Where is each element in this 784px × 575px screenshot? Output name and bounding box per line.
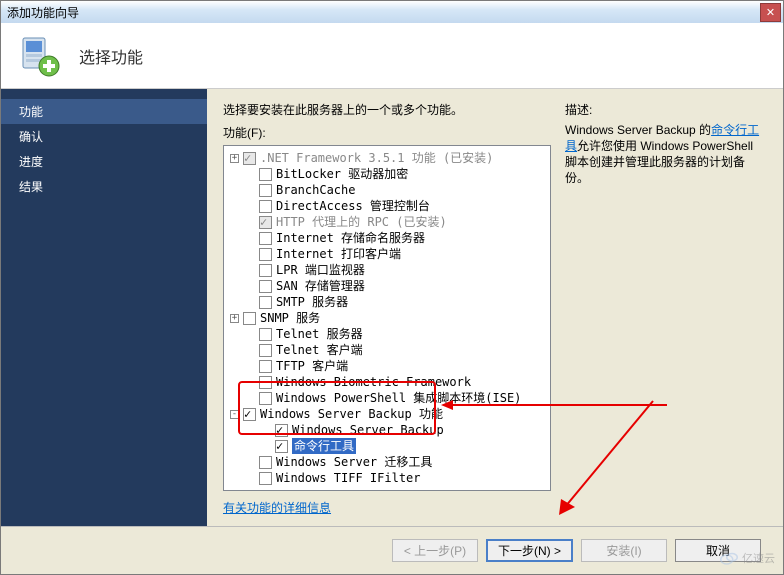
tree-item-label: BitLocker 驱动器加密 bbox=[276, 166, 408, 182]
sidebar-item-0[interactable]: 功能 bbox=[1, 99, 207, 124]
sidebar-item-1[interactable]: 确认 bbox=[1, 124, 207, 149]
sidebar-item-3[interactable]: 结果 bbox=[1, 174, 207, 199]
checkbox[interactable] bbox=[259, 344, 272, 357]
tree-item-label: Telnet 客户端 bbox=[276, 342, 363, 358]
features-tree[interactable]: + .NET Framework 3.5.1 功能 (已安装)BitLocker … bbox=[223, 145, 551, 491]
tree-item-label: Windows PowerShell 集成脚本环境(ISE) bbox=[276, 390, 521, 406]
tree-item[interactable]: Windows Biometric Framework bbox=[226, 374, 548, 390]
expand-icon[interactable]: + bbox=[230, 314, 239, 323]
tree-item[interactable]: Internet 存储命名服务器 bbox=[226, 230, 548, 246]
checkbox[interactable] bbox=[259, 376, 272, 389]
tree-label: 功能(F): bbox=[223, 124, 551, 141]
checkbox[interactable] bbox=[259, 456, 272, 469]
tree-item-label: Windows Server 迁移工具 bbox=[276, 454, 432, 470]
button-bar: < 上一步(P) 下一步(N) > 安装(I) 取消 bbox=[1, 526, 783, 574]
tree-item[interactable]: TFTP 客户端 bbox=[226, 358, 548, 374]
checkbox[interactable] bbox=[259, 264, 272, 277]
checkbox[interactable] bbox=[259, 200, 272, 213]
tree-item[interactable]: Windows Server 迁移工具 bbox=[226, 454, 548, 470]
titlebar[interactable]: 添加功能向导 ✕ bbox=[1, 1, 783, 23]
checkbox[interactable] bbox=[259, 248, 272, 261]
tree-item-label: TFTP 客户端 bbox=[276, 358, 348, 374]
description-label: 描述: bbox=[565, 101, 767, 118]
prev-button[interactable]: < 上一步(P) bbox=[392, 539, 478, 562]
tree-item[interactable]: Windows TIFF IFilter bbox=[226, 470, 548, 486]
tree-item[interactable]: Internet 打印客户端 bbox=[226, 246, 548, 262]
tree-item[interactable]: SAN 存储管理器 bbox=[226, 278, 548, 294]
main-panel: 选择要安装在此服务器上的一个或多个功能。 功能(F): + .NET Framew… bbox=[207, 89, 783, 526]
install-button[interactable]: 安装(I) bbox=[581, 539, 667, 562]
more-info-link[interactable]: 有关功能的详细信息 bbox=[223, 499, 551, 516]
checkbox[interactable] bbox=[259, 472, 272, 485]
next-button[interactable]: 下一步(N) > bbox=[486, 539, 573, 562]
checkbox bbox=[243, 152, 256, 165]
tree-item-label: Windows Biometric Framework bbox=[276, 374, 471, 390]
checkbox[interactable] bbox=[259, 360, 272, 373]
body: 功能确认进度结果 选择要安装在此服务器上的一个或多个功能。 功能(F): + .N… bbox=[1, 89, 783, 526]
tree-item-label: SMTP 服务器 bbox=[276, 294, 348, 310]
tree-item[interactable]: HTTP 代理上的 RPC (已安装) bbox=[226, 214, 548, 230]
checkbox[interactable] bbox=[259, 328, 272, 341]
tree-item[interactable]: Windows Server Backup bbox=[226, 422, 548, 438]
expand-icon[interactable]: + bbox=[230, 154, 239, 163]
tree-item-label: Internet 存储命名服务器 bbox=[276, 230, 425, 246]
tree-item-label: SAN 存储管理器 bbox=[276, 278, 365, 294]
tree-item[interactable]: + .NET Framework 3.5.1 功能 (已安装) bbox=[226, 150, 548, 166]
wizard-window: 添加功能向导 ✕ 选择功能 功能确认进度结果 选择要安装在此服务器上的一个或多个… bbox=[0, 0, 784, 575]
sidebar-item-2[interactable]: 进度 bbox=[1, 149, 207, 174]
tree-item-label: .NET Framework 3.5.1 功能 (已安装) bbox=[260, 150, 493, 166]
checkbox bbox=[259, 216, 272, 229]
tree-item-label: Windows Server Backup 功能 bbox=[260, 406, 443, 422]
tree-item[interactable]: Telnet 服务器 bbox=[226, 326, 548, 342]
tree-item-label: SNMP 服务 bbox=[260, 310, 320, 326]
window-title: 添加功能向导 bbox=[7, 4, 79, 21]
tree-item-label: HTTP 代理上的 RPC (已安装) bbox=[276, 214, 447, 230]
tree-item-label: Windows Server Backup bbox=[292, 422, 444, 438]
tree-item[interactable]: - Windows Server Backup 功能 bbox=[226, 406, 548, 422]
checkbox[interactable] bbox=[259, 232, 272, 245]
checkbox[interactable] bbox=[259, 392, 272, 405]
tree-item-label: 命令行工具 bbox=[292, 438, 356, 454]
banner: 选择功能 bbox=[1, 23, 783, 89]
tree-item[interactable]: Windows PowerShell 集成脚本环境(ISE) bbox=[226, 390, 548, 406]
tree-item[interactable]: 命令行工具 bbox=[226, 438, 548, 454]
tree-item[interactable]: LPR 端口监视器 bbox=[226, 262, 548, 278]
checkbox[interactable] bbox=[259, 296, 272, 309]
tree-item-label: BranchCache bbox=[276, 182, 355, 198]
checkbox[interactable] bbox=[259, 280, 272, 293]
instruction-text: 选择要安装在此服务器上的一个或多个功能。 bbox=[223, 101, 551, 118]
tree-item-label: DirectAccess 管理控制台 bbox=[276, 198, 430, 214]
tree-item-label: Telnet 服务器 bbox=[276, 326, 363, 342]
checkbox[interactable] bbox=[259, 184, 272, 197]
tree-item[interactable]: + SNMP 服务 bbox=[226, 310, 548, 326]
tree-item-label: Internet 打印客户端 bbox=[276, 246, 401, 262]
watermark: 亿速云 bbox=[720, 550, 775, 566]
tree-item-label: Windows TIFF IFilter bbox=[276, 470, 421, 486]
page-title: 选择功能 bbox=[79, 44, 143, 68]
tree-item[interactable]: BranchCache bbox=[226, 182, 548, 198]
tree-item[interactable]: BitLocker 驱动器加密 bbox=[226, 166, 548, 182]
collapse-icon[interactable]: - bbox=[230, 410, 239, 419]
tree-item[interactable]: SMTP 服务器 bbox=[226, 294, 548, 310]
checkbox[interactable] bbox=[275, 424, 288, 437]
checkbox[interactable] bbox=[243, 408, 256, 421]
checkbox[interactable] bbox=[243, 312, 256, 325]
tree-item-label: LPR 端口监视器 bbox=[276, 262, 365, 278]
sidebar: 功能确认进度结果 bbox=[1, 89, 207, 526]
checkbox[interactable] bbox=[259, 168, 272, 181]
tree-item[interactable]: Telnet 客户端 bbox=[226, 342, 548, 358]
tree-item[interactable]: DirectAccess 管理控制台 bbox=[226, 198, 548, 214]
close-button[interactable]: ✕ bbox=[760, 3, 781, 22]
checkbox[interactable] bbox=[275, 440, 288, 453]
wizard-icon bbox=[17, 34, 61, 78]
description-text: Windows Server Backup 的命令行工具允许您使用 Window… bbox=[565, 122, 767, 186]
